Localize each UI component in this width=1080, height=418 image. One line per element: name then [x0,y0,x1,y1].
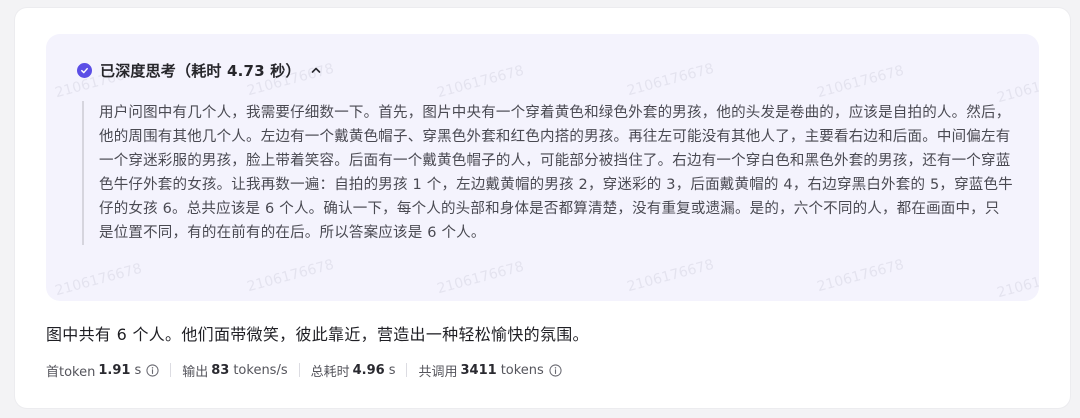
output-label: 输出 [182,364,209,380]
thinking-content: 用户问图中有几个人，我需要仔细数一下。首先，图片中央有一个穿着黄色和绿色外套的男… [82,101,1014,245]
stat-total-time: 总耗时 4.96 s [311,361,396,380]
first-token-unit: s [134,362,142,378]
divider [406,363,408,377]
calls-value: 3411 [460,362,497,378]
watermark: 2106176678 [53,260,144,300]
total-time-unit: s [388,362,396,378]
watermark: 2106176678 [995,262,1039,301]
watermark: 2106176678 [815,62,906,102]
calls-label: 共调用 [418,364,458,380]
answer-text: 图中共有 6 个人。他们面带微笑，彼此靠近，营造出一种轻松愉快的氛围。 [46,325,589,344]
thinking-text: 用户问图中有几个人，我需要仔细数一下。首先，图片中央有一个穿着黄色和绿色外套的男… [99,105,1013,241]
thinking-panel: 2106176678 2106176678 2106176678 2106176… [46,34,1039,301]
watermark: 2106176678 [625,60,716,100]
watermark: 2106176678 [815,256,906,296]
output-value: 83 [211,362,230,378]
chevron-up-icon[interactable] [309,63,323,77]
chat-message-card: 2106176678 2106176678 2106176678 2106176… [15,8,1070,408]
watermark: 2106176678 [435,62,526,102]
divider [298,363,300,377]
total-time-label: 总耗时 [310,364,350,380]
check-circle-icon [77,62,92,78]
thinking-toggle[interactable]: 已深度思考（耗时 4.73 秒） [77,58,323,82]
divider [170,363,172,377]
output-unit: tokens/s [233,362,288,378]
calls-unit: tokens [500,362,544,378]
stats-bar: 首token 1.91 s 输出 83 tokens/s 总耗时 4.96 s [46,360,562,380]
watermark: 2106176678 [245,256,336,296]
watermark: 2106176678 [435,258,526,298]
stat-calls: 共调用 3411 tokens [418,361,562,380]
stat-output: 输出 83 tokens/s [182,361,287,380]
total-time-value: 4.96 [352,362,385,378]
stat-first-token: 首token 1.91 s [46,361,159,380]
first-token-label: 首token [46,364,96,380]
info-icon[interactable] [549,363,562,377]
info-icon[interactable] [146,363,159,377]
watermark: 2106176678 [625,256,716,296]
first-token-value: 1.91 [98,362,131,378]
thinking-title: 已深度思考（耗时 4.73 秒） [100,61,301,80]
